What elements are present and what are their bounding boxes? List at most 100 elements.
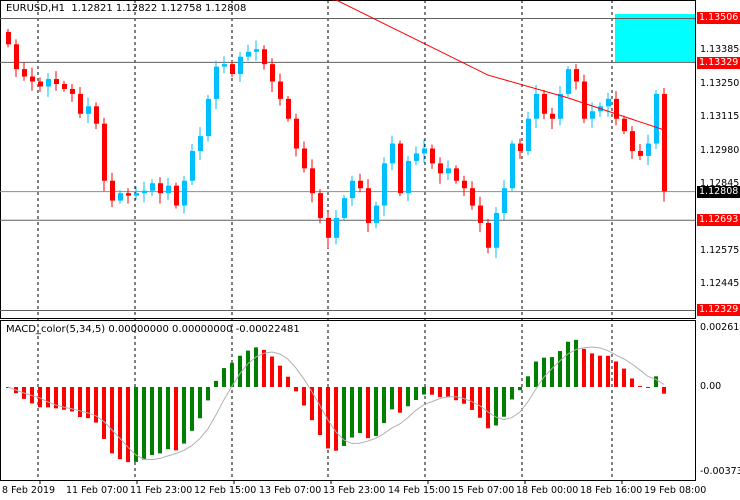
- macd-histogram-bar: [630, 378, 634, 387]
- candle-body: [254, 49, 259, 52]
- candle-body: [86, 106, 91, 114]
- macd-histogram-bar: [294, 387, 298, 392]
- candle-body: [606, 98, 611, 107]
- macd-histogram-bar: [502, 387, 506, 417]
- macd-histogram-bar: [662, 387, 666, 394]
- macd-histogram-bar: [510, 387, 514, 400]
- macd-histogram-bar: [550, 357, 554, 387]
- macd-histogram-bar: [486, 387, 490, 429]
- macd-histogram-bar: [78, 387, 82, 418]
- candle-body: [382, 163, 387, 206]
- macd-histogram-bar: [374, 387, 378, 436]
- candle-body: [350, 180, 355, 199]
- time-tick: 19 Feb 08:00: [644, 485, 707, 496]
- price-tag-zone-low: 1.13329: [697, 57, 740, 69]
- macd-histogram-bar: [182, 387, 186, 444]
- candle-body: [494, 212, 499, 248]
- macd-histogram-bar: [214, 380, 218, 387]
- time-tick: 13 Feb 23:00: [323, 485, 386, 496]
- time-tick: 11 Feb 23:00: [130, 485, 193, 496]
- macd-value-2: 0.00000000: [172, 324, 233, 335]
- candle-body: [22, 69, 27, 77]
- macd-histogram-bar: [286, 376, 290, 387]
- candle-body: [150, 183, 155, 191]
- macd-histogram-bar: [438, 387, 442, 398]
- candle-body: [94, 106, 99, 124]
- macd-histogram-bar: [366, 387, 370, 439]
- candle-body: [166, 185, 171, 194]
- macd-histogram-bar: [190, 387, 194, 431]
- macd-histogram-bar: [318, 387, 322, 436]
- macd-histogram-bar: [102, 387, 106, 439]
- price-tick: 1.13250: [700, 78, 740, 89]
- candle-body: [30, 76, 35, 82]
- candle-body: [454, 168, 459, 181]
- candle-body: [302, 148, 307, 169]
- candle-body: [638, 150, 643, 156]
- price-tick: 1.12980: [700, 145, 740, 156]
- candle-body: [70, 88, 75, 94]
- candle-body: [558, 93, 563, 119]
- macd-histogram-bar: [174, 387, 178, 451]
- price-chart[interactable]: [0, 0, 740, 500]
- macd-histogram-bar: [270, 356, 274, 387]
- macd-histogram-bar: [574, 339, 578, 387]
- candle-body: [550, 113, 555, 119]
- candle-body: [286, 98, 291, 119]
- macd-histogram-bar: [342, 387, 346, 446]
- macd-axis-zero: 0.00: [700, 381, 722, 392]
- macd-histogram-bar: [542, 357, 546, 387]
- candle-body: [6, 31, 11, 45]
- macd-histogram-bar: [646, 387, 650, 388]
- candle-body: [622, 118, 627, 132]
- candle-body: [158, 183, 163, 194]
- candle-body: [358, 180, 363, 189]
- time-tick: 18 Feb 00:00: [516, 485, 579, 496]
- macd-histogram-bar: [414, 387, 418, 400]
- candle-body: [414, 153, 419, 161]
- candle-body: [462, 180, 467, 189]
- candle-body: [630, 131, 635, 151]
- macd-header: MACD_color(5,34,5) 0.00000000 0.00000000…: [6, 324, 300, 335]
- candle-body: [542, 93, 547, 114]
- candle-body: [486, 222, 491, 248]
- macd-histogram-bar: [166, 387, 170, 450]
- candle-body: [214, 66, 219, 99]
- time-tick: 11 Feb 07:00: [66, 485, 129, 496]
- candle-body: [614, 98, 619, 119]
- candle-body: [326, 217, 331, 238]
- macd-histogram-bar: [206, 387, 210, 401]
- macd-histogram-bar: [566, 341, 570, 387]
- macd-histogram-bar: [150, 387, 154, 456]
- candle-body: [510, 143, 515, 189]
- macd-histogram-bar: [470, 387, 474, 410]
- time-tick: 15 Feb 07:00: [452, 485, 515, 496]
- macd-histogram-bar: [582, 348, 586, 387]
- macd-histogram-bar: [246, 350, 250, 387]
- macd-histogram-bar: [518, 387, 522, 391]
- candle-body: [446, 168, 451, 174]
- macd-histogram-bar: [334, 387, 338, 451]
- macd-histogram-bar: [118, 387, 122, 460]
- mt4-chart-window: EURUSD,H1 1.12821 1.12822 1.12758 1.1280…: [0, 0, 740, 500]
- macd-histogram-bar: [454, 387, 458, 401]
- candle-body: [54, 79, 59, 84]
- macd-histogram-bar: [654, 376, 658, 387]
- candle-body: [230, 64, 235, 75]
- chart-header: EURUSD,H1 1.12821 1.12822 1.12758 1.1280…: [6, 3, 246, 14]
- macd-histogram-bar: [350, 387, 354, 438]
- macd-histogram-bar: [358, 387, 362, 434]
- candle-body: [46, 79, 51, 87]
- macd-histogram-bar: [494, 387, 498, 426]
- candle-body: [334, 217, 339, 238]
- macd-histogram-bar: [598, 355, 602, 387]
- macd-histogram-bar: [590, 353, 594, 387]
- candle-body: [246, 51, 251, 57]
- macd-histogram-bar: [126, 387, 130, 463]
- price-tick: 1.12445: [700, 278, 740, 289]
- macd-histogram-bar: [406, 387, 410, 407]
- macd-histogram-bar: [430, 387, 434, 395]
- candle-body: [310, 168, 315, 194]
- macd-histogram-bar: [278, 365, 282, 387]
- candle-body: [134, 193, 139, 196]
